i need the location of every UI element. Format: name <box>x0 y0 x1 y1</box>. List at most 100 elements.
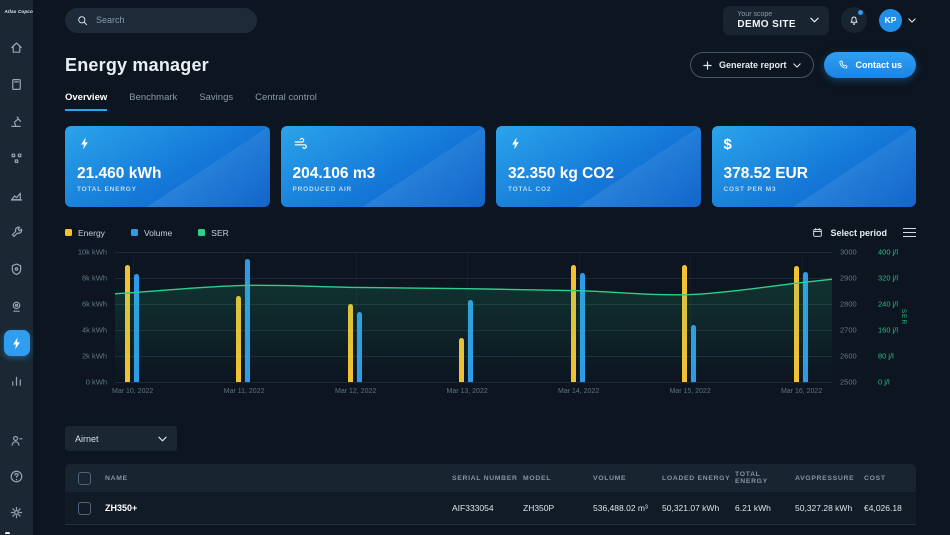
kpi-value: 378.52 EUR <box>724 165 905 183</box>
sidebar: Atlas Copco <box>0 0 33 535</box>
kpi-cards: 21.460 kWh TOTAL ENERGY 204.106 m3 PRODU… <box>65 126 916 207</box>
network-filter-dropdown[interactable]: Airnet <box>65 426 177 451</box>
tab-savings[interactable]: Savings <box>199 92 233 111</box>
sidebar-item-reports[interactable] <box>4 367 30 393</box>
area-chart-icon <box>9 188 24 203</box>
search-input-wrap[interactable] <box>65 8 257 33</box>
legend-item-volume[interactable]: Volume <box>131 228 172 238</box>
phone-icon <box>838 60 848 70</box>
ser-axis-label: SER <box>900 309 907 325</box>
kpi-card-produced-air[interactable]: 204.106 m3 PRODUCED AIR <box>281 126 486 207</box>
contact-us-button[interactable]: Contact us <box>824 52 916 78</box>
chart-legend: Energy Volume SER <box>65 228 229 238</box>
cell-volume: 536,488.02 m³ <box>593 503 662 513</box>
kpi-card-total-co2[interactable]: 32.350 kg CO2 TOTAL CO2 <box>496 126 701 207</box>
atlas-copco-logo[interactable]: Atlas Copco <box>5 9 29 14</box>
sidebar-item-assets[interactable] <box>4 71 30 97</box>
y-left-tick: 4k kWh <box>82 326 107 335</box>
column-header: MODEL <box>523 475 593 482</box>
y-ser-tick: 320 j/l <box>878 274 898 283</box>
chart-menu-icon[interactable] <box>903 228 916 238</box>
sidebar-item-protection[interactable] <box>4 256 30 282</box>
chevron-down-icon <box>810 17 819 23</box>
kpi-label: COST PER M3 <box>724 186 905 193</box>
scope-selector[interactable]: Your scope DEMO SITE <box>723 6 829 35</box>
y-ser-tick: 160 j/l <box>878 326 898 335</box>
chevron-down-icon <box>793 63 801 68</box>
legend-label: SER <box>211 228 228 238</box>
network-filter-value: Airnet <box>75 434 99 444</box>
y-right-tick: 2500 <box>840 378 857 387</box>
wrench-icon <box>9 225 24 240</box>
kpi-card-cost-per-m3[interactable]: $ 378.52 EUR COST PER M3 <box>712 126 917 207</box>
x-axis-tick: Mar 16, 2022 <box>781 388 822 395</box>
y-axis-left: 10k kWh8k kWh6k kWh4k kWh2k kWh0 kWh <box>65 252 115 382</box>
tab-benchmark[interactable]: Benchmark <box>129 92 177 111</box>
energy-manager-app: Atlas Copco Your scope DEMO SITE <box>0 0 950 535</box>
sidebar-item-settings[interactable] <box>4 499 30 525</box>
x-axis-tick: Mar 12, 2022 <box>335 388 376 395</box>
column-header: AVGPRESSURE <box>795 475 864 482</box>
x-axis-tick: Mar 10, 2022 <box>112 388 153 395</box>
y-left-tick: 10k kWh <box>78 248 107 257</box>
clipboard-icon <box>9 77 24 92</box>
x-axis-tick: Mar 14, 2022 <box>558 388 599 395</box>
sidebar-item-equipment[interactable] <box>4 108 30 134</box>
sidebar-item-service[interactable] <box>4 219 30 245</box>
sidebar-item-home[interactable] <box>4 34 30 60</box>
sidebar-item-energy-manager[interactable] <box>4 330 30 356</box>
camera-icon <box>9 299 24 314</box>
logo-bar-bottom <box>5 532 10 534</box>
help-icon <box>9 469 24 484</box>
select-period-label: Select period <box>830 228 887 238</box>
user-icon <box>9 433 24 448</box>
sidebar-item-connections[interactable] <box>4 145 30 171</box>
legend-item-ser[interactable]: SER <box>198 228 228 238</box>
y-ser-tick: 400 j/l <box>878 248 898 257</box>
user-menu[interactable]: KP <box>879 9 916 32</box>
sidebar-item-monitoring[interactable] <box>4 293 30 319</box>
sidebar-item-trends[interactable] <box>4 182 30 208</box>
sidebar-item-help[interactable] <box>4 463 30 489</box>
avatar: KP <box>879 9 902 32</box>
tab-central-control[interactable]: Central control <box>255 92 317 111</box>
select-period-button[interactable]: Select period <box>812 227 887 238</box>
cell-total-energy: 6.21 kWh <box>735 503 795 513</box>
tab-overview[interactable]: Overview <box>65 92 107 111</box>
robot-arm-icon <box>9 114 24 129</box>
cell-avg-pressure: 50,327.28 kWh <box>795 503 864 513</box>
notifications-button[interactable] <box>841 7 867 33</box>
cell-cost: €4,026.18 <box>864 503 916 513</box>
equipment-table: NAMESERIAL NUMBERMODELVOLUMELOADED ENERG… <box>65 464 916 525</box>
legend-item-energy[interactable]: Energy <box>65 228 105 238</box>
column-header: COST <box>864 475 916 482</box>
column-header: SERIAL NUMBER <box>452 475 523 482</box>
kpi-card-total-energy[interactable]: 21.460 kWh TOTAL ENERGY <box>65 126 270 207</box>
y-left-tick: 6k kWh <box>82 300 107 309</box>
select-all-checkbox[interactable] <box>78 472 91 485</box>
sidebar-bottom-nav <box>4 427 30 535</box>
column-header: TOTAL ENERGY <box>735 471 795 485</box>
topbar-right: Your scope DEMO SITE KP <box>723 6 916 35</box>
y-ser-tick: 0 j/l <box>878 378 890 387</box>
gear-icon <box>9 505 24 520</box>
generate-report-button[interactable]: Generate report <box>690 52 815 78</box>
legend-swatch <box>198 229 205 236</box>
cell-loaded-energy: 50,321.07 kWh <box>662 503 735 513</box>
bell-icon <box>848 14 860 26</box>
y-right-tick: 2600 <box>840 352 857 361</box>
y-left-tick: 2k kWh <box>82 352 107 361</box>
header-actions: Generate report Contact us <box>690 52 916 78</box>
table-row[interactable]: ZH350+AIF333054ZH350P536,488.02 m³50,321… <box>65 492 916 525</box>
sidebar-item-account[interactable] <box>4 427 30 453</box>
logo-text: Atlas Copco <box>5 9 29 14</box>
x-axis-tick: Mar 11, 2022 <box>224 388 265 395</box>
search-input[interactable] <box>96 15 236 25</box>
y-right-tick: 2700 <box>840 326 857 335</box>
table-filter-row: Airnet <box>65 426 916 451</box>
topbar: Your scope DEMO SITE KP <box>33 0 950 40</box>
chart: 10k kWh8k kWh6k kWh4k kWh2k kWh0 kWh 300… <box>65 252 916 382</box>
row-checkbox[interactable] <box>78 502 91 515</box>
chart-header: Energy Volume SER Select period <box>65 227 916 238</box>
kpi-value: 204.106 m3 <box>293 165 474 183</box>
